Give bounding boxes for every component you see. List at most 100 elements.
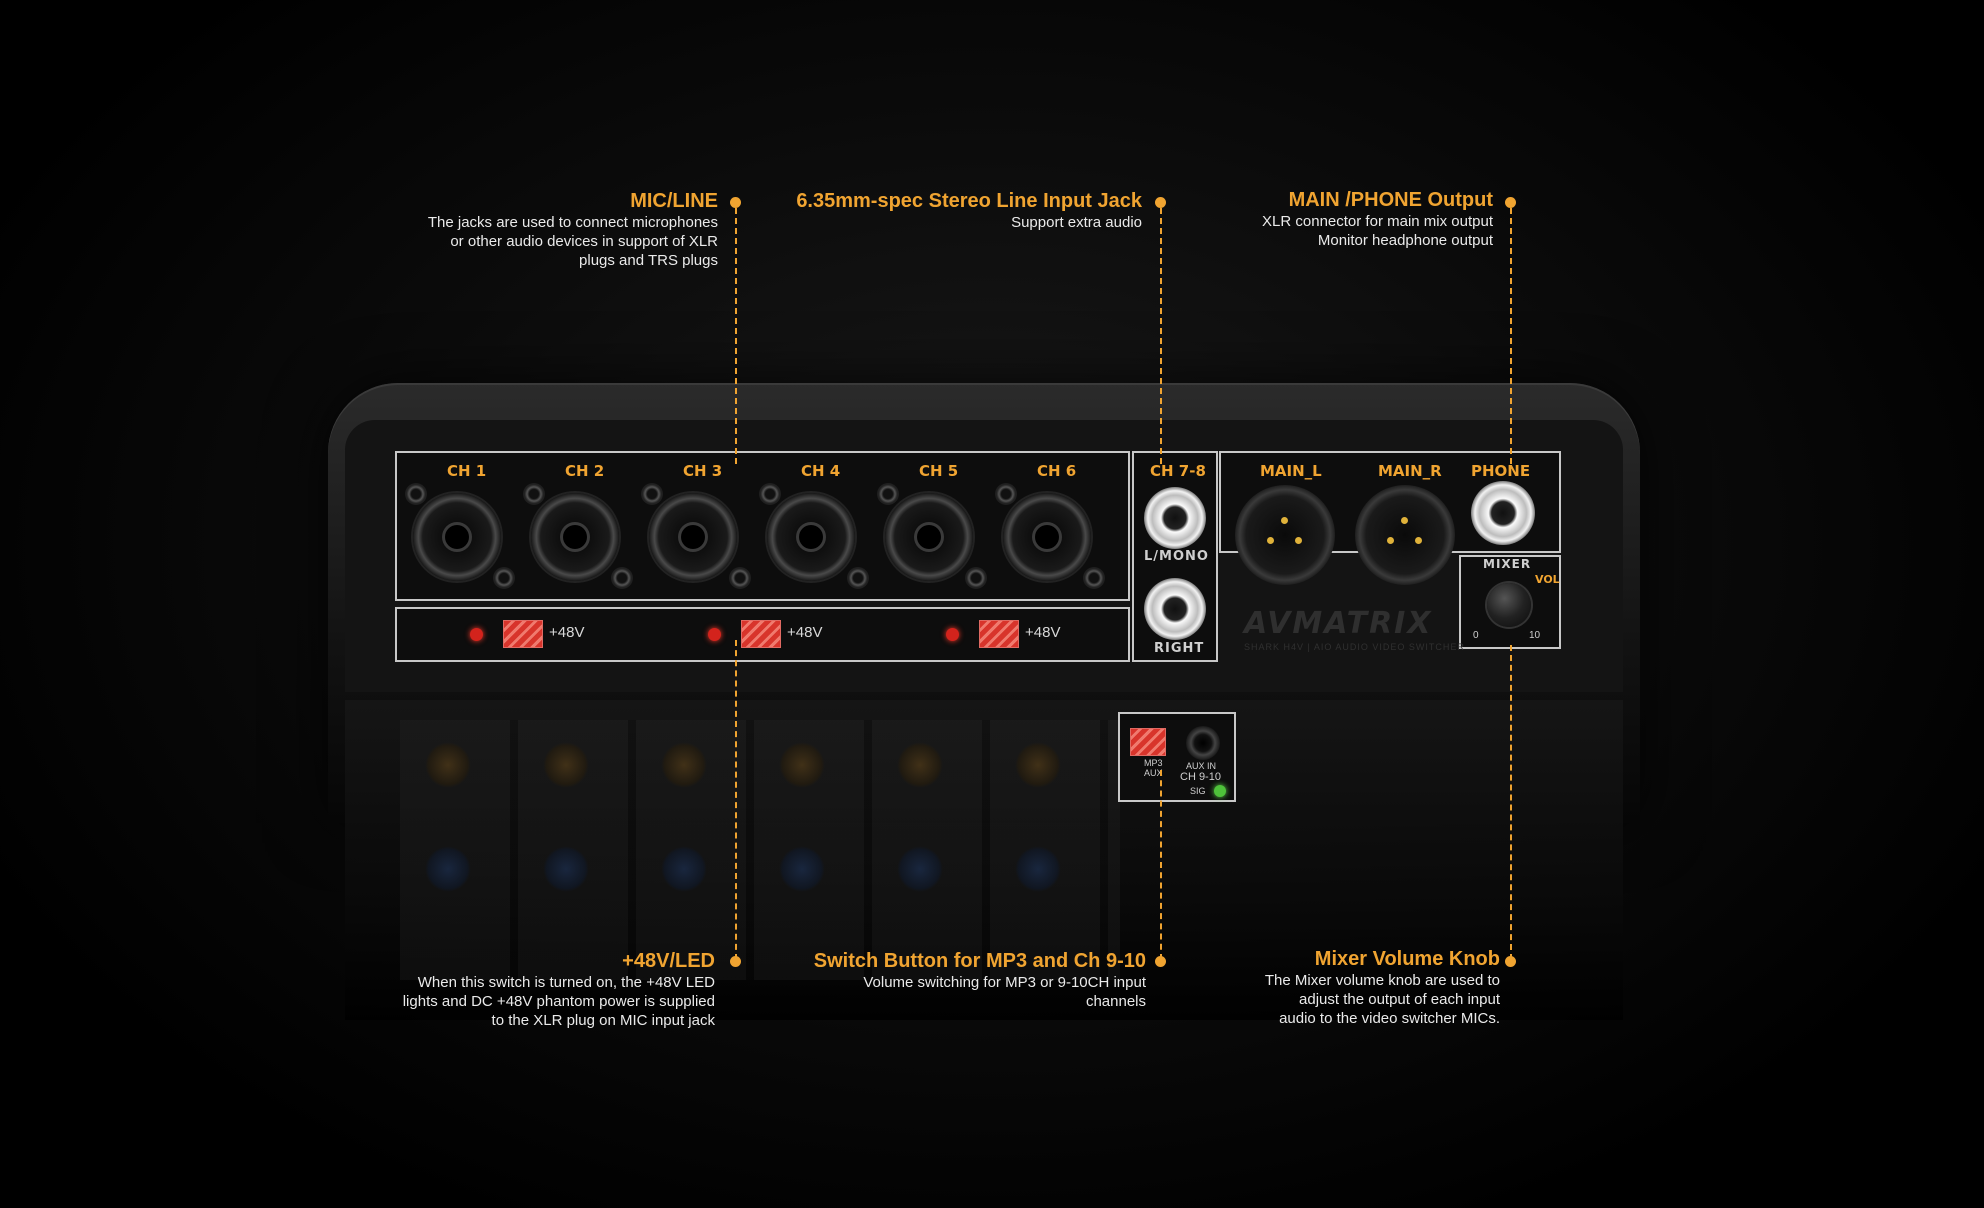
callout-title: MIC/LINE (630, 190, 718, 212)
callout-title: 6.35mm-spec Stereo Line Input Jack (796, 190, 1142, 212)
callout-desc: to the XLR plug on MIC input jack (491, 1012, 715, 1029)
callout-desc: When this switch is turned on, the +48V … (417, 974, 715, 991)
right-label: RIGHT (1154, 641, 1205, 656)
phantom-switch[interactable] (741, 620, 781, 648)
channel-label: CH 2 (565, 462, 605, 480)
ch910-label: CH 9-10 (1180, 771, 1221, 783)
combo-jack-ch4[interactable] (759, 483, 869, 589)
callout-line (735, 208, 737, 464)
gain-knob-ghost (897, 742, 943, 788)
channel-label: CH 4 (801, 462, 841, 480)
knob-max-label: 10 (1529, 630, 1541, 641)
callout-desc: The Mixer volume knob are used to (1264, 972, 1500, 989)
callout-mixer-knob: Mixer Volume Knob The Mixer volume knob … (1265, 948, 1500, 1028)
callout-desc: lights and DC +48V phantom power is supp… (402, 993, 715, 1010)
trs-jack-left[interactable] (1144, 487, 1206, 549)
mp3-aux-switch[interactable] (1130, 728, 1166, 756)
combo-jack-ch1[interactable] (405, 483, 515, 589)
callout-desc: The jacks are used to connect microphone… (427, 214, 718, 231)
phantom-led (946, 628, 959, 641)
gain-knob-ghost (1015, 742, 1061, 788)
mp3-label: MP3 (1144, 758, 1163, 768)
callout-desc: channels (1085, 993, 1146, 1010)
callout-switch-button: Switch Button for MP3 and Ch 9-10 Volume… (814, 950, 1146, 1011)
mixer-label: MIXER (1483, 557, 1532, 571)
ch78-label: CH 7-8 (1150, 462, 1206, 480)
combo-jack-ch2[interactable] (523, 483, 633, 589)
sig-label: SIG (1190, 786, 1206, 796)
callout-dot (730, 197, 741, 208)
callout-dot (730, 956, 741, 967)
gain-knob-ghost (543, 742, 589, 788)
callout-desc: audio to the video switcher MICs. (1279, 1010, 1500, 1027)
callout-desc: plugs and TRS plugs (579, 252, 718, 269)
callout-dot (1155, 956, 1166, 967)
mixer-knob-panel: MIXER VOL 0 10 (1459, 555, 1561, 649)
aux-switch-panel: MP3 AUX AUX IN CH 9-10 SIG (1118, 712, 1236, 802)
callout-main-phone: MAIN /PHONE Output XLR connector for mai… (1262, 189, 1493, 250)
gain-knob-ghost (425, 742, 471, 788)
callout-desc: or other audio devices in support of XLR (450, 233, 718, 250)
left-mono-label: L/MONO (1144, 549, 1209, 564)
callout-dot (1505, 956, 1516, 967)
channel-label: CH 3 (683, 462, 723, 480)
phantom-label: +48V (787, 624, 823, 641)
main-l-label: MAIN_L (1260, 462, 1322, 480)
phone-label: PHONE (1471, 462, 1531, 480)
channel-label: CH 1 (447, 462, 487, 480)
eq-knob-ghost (1015, 846, 1061, 892)
callout-line (735, 640, 737, 960)
eq-knob-ghost (543, 846, 589, 892)
callout-dot (1155, 197, 1166, 208)
sig-led (1214, 785, 1226, 797)
phantom-switch[interactable] (503, 620, 543, 648)
knob-min-label: 0 (1473, 630, 1479, 641)
callout-title: MAIN /PHONE Output (1288, 189, 1493, 211)
vol-label: VOL (1535, 573, 1560, 586)
callout-dot (1505, 197, 1516, 208)
xlr-output-main-r[interactable] (1355, 485, 1455, 585)
phantom-switch[interactable] (979, 620, 1019, 648)
gain-knob-ghost (779, 742, 825, 788)
callout-desc: XLR connector for main mix output (1262, 213, 1493, 230)
phantom-led (708, 628, 721, 641)
trs-jack-right[interactable] (1144, 578, 1206, 640)
callout-line (1510, 208, 1512, 464)
phantom-label: +48V (1025, 624, 1061, 641)
callout-stereo-jack: 6.35mm-spec Stereo Line Input Jack Suppo… (796, 190, 1142, 232)
mic-line-input-panel: CH 1 CH 2 CH 3 CH 4 CH 5 CH 6 (395, 451, 1130, 601)
ch78-input-panel: CH 7-8 L/MONO RIGHT (1132, 451, 1218, 662)
phantom-led (470, 628, 483, 641)
callout-line (1160, 770, 1162, 960)
phantom-power-panel: +48V +48V +48V (395, 607, 1130, 662)
callout-desc: Volume switching for MP3 or 9-10CH input (863, 974, 1146, 991)
callout-title: +48V/LED (622, 950, 715, 972)
callout-desc: Support extra audio (1011, 214, 1142, 231)
eq-knob-ghost (425, 846, 471, 892)
eq-knob-ghost (897, 846, 943, 892)
aux-in-jack[interactable] (1186, 726, 1220, 760)
callout-desc: adjust the output of each input (1299, 991, 1500, 1008)
brand-logo: AVMATRIX (1244, 606, 1433, 641)
callout-title: Switch Button for MP3 and Ch 9-10 (813, 950, 1146, 972)
eq-knob-ghost (661, 846, 707, 892)
channel-strips-faded (400, 720, 1120, 980)
callout-line (1510, 645, 1512, 960)
phone-jack[interactable] (1471, 481, 1535, 545)
callout-title: Mixer Volume Knob (1314, 948, 1500, 970)
channel-label: CH 6 (1037, 462, 1077, 480)
mixer-volume-knob[interactable] (1487, 583, 1531, 627)
gain-knob-ghost (661, 742, 707, 788)
combo-jack-ch5[interactable] (877, 483, 987, 589)
output-panel: MAIN_L MAIN_R PHONE (1219, 451, 1561, 585)
callout-desc: Monitor headphone output (1317, 232, 1493, 249)
main-r-label: MAIN_R (1378, 462, 1442, 480)
brand-subtitle: SHARK H4V | AIO AUDIO VIDEO SWITCHER (1244, 642, 1465, 652)
eq-knob-ghost (779, 846, 825, 892)
aux-in-label: AUX IN (1186, 761, 1217, 771)
callout-line (1160, 208, 1162, 464)
combo-jack-ch3[interactable] (641, 483, 751, 589)
xlr-output-main-l[interactable] (1235, 485, 1335, 585)
combo-jack-ch6[interactable] (995, 483, 1105, 589)
callout-phantom: +48V/LED When this switch is turned on, … (403, 950, 715, 1030)
